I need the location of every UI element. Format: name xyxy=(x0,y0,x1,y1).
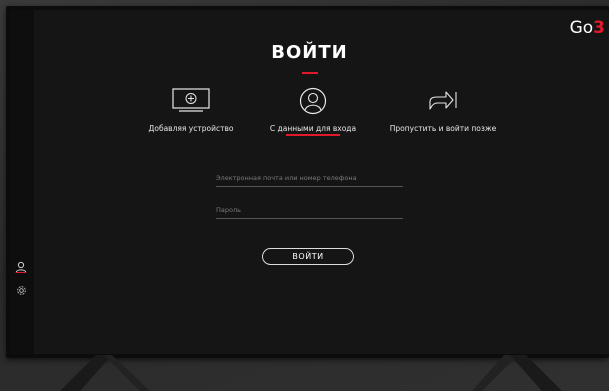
logo-accent: 3 xyxy=(593,18,605,38)
share-arrow-icon xyxy=(378,86,508,116)
option-label: С данными для входа xyxy=(269,124,357,133)
tv-screen: Go3 ВОЙТИ Добавляя устройство С данными … xyxy=(10,10,609,354)
tv-stand-left xyxy=(60,355,150,391)
email-field[interactable]: Электронная почта или номер телефона xyxy=(216,174,403,187)
option-label: Пропустить и войти позже xyxy=(389,124,497,133)
title-underline xyxy=(302,72,318,74)
option-add-device[interactable]: Добавляя устройство xyxy=(136,86,246,133)
tv-add-icon xyxy=(136,86,246,116)
login-button[interactable]: ВОЙТИ xyxy=(262,248,354,265)
active-option-indicator xyxy=(286,134,340,136)
tv-stand-right xyxy=(472,355,562,391)
user-icon[interactable] xyxy=(14,260,28,274)
photo-background: Go3 ВОЙТИ Добавляя устройство С данными … xyxy=(0,0,609,391)
option-credentials[interactable]: С данными для входа xyxy=(258,86,368,133)
page-title: ВОЙТИ xyxy=(271,42,348,63)
user-circle-icon xyxy=(258,86,368,116)
logo-prefix: Go xyxy=(569,18,594,38)
option-label: Добавляя устройство xyxy=(148,124,234,133)
go3-logo: Go3 xyxy=(570,18,605,38)
gear-icon[interactable] xyxy=(14,283,28,297)
password-field[interactable]: Пароль xyxy=(216,206,403,219)
option-skip[interactable]: Пропустить и войти позже xyxy=(378,86,508,133)
